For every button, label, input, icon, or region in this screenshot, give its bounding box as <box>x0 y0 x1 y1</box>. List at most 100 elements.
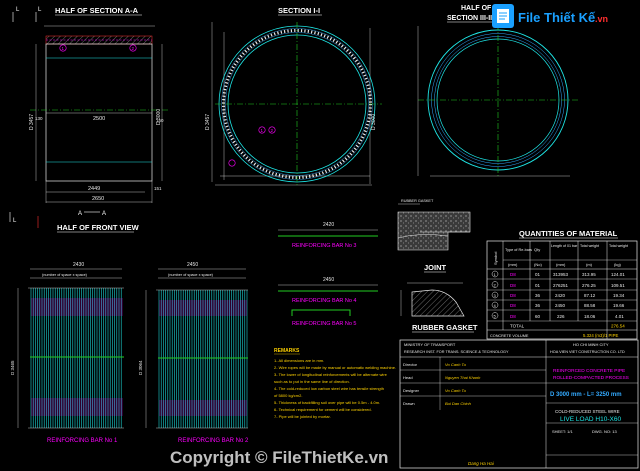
section-aa-marker-l2: L <box>38 7 42 13</box>
table-row-3-weight: 87.12 <box>584 293 596 298</box>
section-ii-dia-left: D 3457 <box>205 114 211 130</box>
remark-line-8: 6- Technical requirement for cement will… <box>274 407 372 412</box>
cage2-top-dim: 2450 <box>187 262 198 268</box>
tb-company: HOA VIEN VIET CONSTRUCTION CO. LTD <box>550 350 625 354</box>
remark-line-2: 2- Wire ropes will be made by manual or … <box>274 365 396 370</box>
tb-institute: RESEARCH INST. FOR TRANS. SCIENCE & TECH… <box>404 350 509 354</box>
table-row-1-type: D8 <box>510 272 516 277</box>
table-row-5-total: 4.01 <box>615 314 624 319</box>
section-ii-callout-2: 2 <box>271 128 274 133</box>
table-unit-qty: (No) <box>534 262 542 267</box>
material-table-title: QUANTITIES OF MATERIAL <box>519 229 618 238</box>
table-header-symbol: Symbol <box>493 252 498 265</box>
remark-line-4: such as to put in the same line of direc… <box>274 379 350 384</box>
title-block: MINISTRY OF TRANSPORT RESEARCH INST. FOR… <box>399 339 639 469</box>
front-view-title: HALF OF FRONT VIEW <box>57 223 140 232</box>
table-row-2-qty: 01 <box>535 283 541 288</box>
section-aa-inner-width: 2500 <box>93 116 105 122</box>
table-row-3-type: D8 <box>510 293 516 298</box>
remarks-block: REMARKS 1- All dimensions are in mm. 2- … <box>274 348 396 419</box>
watermark-brand: File Thiết Kế <box>518 10 596 25</box>
tb-name-2: Nguyen Thai Khanh <box>445 375 481 380</box>
table-row-5-length: 226 <box>557 314 565 319</box>
tb-drawing-2: LIVE LOAD H10-X60 <box>560 416 621 423</box>
section-iii-view: HALF OF SECTION III-III <box>417 5 578 177</box>
section-aa-end-1: 151 <box>154 186 162 191</box>
section-aa-marker-a2: A <box>102 211 106 217</box>
remark-line-6: of 5800 kg/cm2. <box>274 393 302 398</box>
joint-detail: RUBBER GASKET JOINT <box>397 199 471 273</box>
table-row-4-no: 4 <box>494 303 497 308</box>
section-ii-callout-1: 1 <box>261 128 264 133</box>
table-row-4-total: 19.66 <box>613 303 625 308</box>
watermark-logo: File Thiết Kế .vn <box>492 4 608 28</box>
front-view-marker-l: L <box>13 218 17 224</box>
table-row-1-qty: 01 <box>535 272 541 277</box>
section-aa-marker-a: A <box>78 211 82 217</box>
tb-size: D 3000 mm - L= 3250 mm <box>550 392 622 398</box>
table-row-2-total: 109.51 <box>611 283 625 288</box>
table-row-5-type: D8 <box>510 314 516 319</box>
table-total-label: TOTAL <box>510 324 525 329</box>
tb-role-3: Designer <box>403 388 420 393</box>
tb-ministry: MINISTRY OF TRANSPORT <box>404 342 456 347</box>
rebar-label-3: REINFORCING BAR No 3 <box>292 243 356 249</box>
section-aa-height-right: D 3000 <box>156 109 162 125</box>
remark-line-9: 7- Pipe will be jointed by mortar. <box>274 414 331 419</box>
cad-drawing: HALF OF SECTION A-A L L 2500 2449 2650 1… <box>9 4 639 469</box>
section-ii-dia-right: D 3000 <box>371 114 377 130</box>
rebar-cage-1: 2430 (number of space x space) D 3465 RE… <box>10 262 124 444</box>
rebar-len-3: 2420 <box>323 222 334 228</box>
table-row-5-no: 5 <box>494 314 497 319</box>
table-row-4-length: 2450 <box>555 303 566 308</box>
tb-scale: DWG. NO: 13 <box>592 429 617 434</box>
table-row-5-weight: 18.06 <box>584 314 596 319</box>
table-row-1-weight: 313.95 <box>582 272 596 277</box>
tb-name-4: Bui Dan Chinh <box>445 401 472 406</box>
table-header-weight-m: Total weight <box>580 244 599 248</box>
table-row-1-length: 313953 <box>553 272 569 277</box>
rebar-label-4: REINFORCING BAR No 4 <box>292 298 356 304</box>
table-row-4-type: D8 <box>510 303 516 308</box>
tb-project-2: ROLLED-COMPACTED PROCESS <box>553 375 629 381</box>
cage1-side-dim: D 3465 <box>10 360 15 375</box>
table-header-type: Type of Re-bars <box>505 248 532 252</box>
tb-sheet: SHEET: 1/1 <box>552 429 573 434</box>
table-concrete-label: CONCRETE VOLUME <box>490 334 529 338</box>
table-unit-weight-m: (m) <box>586 262 593 267</box>
table-unit-type: (mm) <box>508 262 518 267</box>
section-aa-length-lower: 2449 <box>88 186 100 192</box>
table-row-1-total: 124.01 <box>611 272 625 277</box>
tb-project-1: REINFORCED CONCRETE PIPE <box>553 368 625 374</box>
section-aa-side-1: 130 <box>35 116 43 121</box>
table-row-2-weight: 276.25 <box>582 283 596 288</box>
table-row-2-type: D8 <box>510 283 516 288</box>
table-header-length: Length of 01 bar <box>551 244 578 248</box>
watermark-copyright: Copyright © FileThietKe.vn <box>170 448 388 467</box>
tb-signature: Dang Ha Hai <box>468 461 495 466</box>
cage1-space: (number of space x space) <box>42 273 88 277</box>
cage1-label: REINFORCING BAR No 1 <box>47 438 118 444</box>
table-row-3-qty: 36 <box>535 293 541 298</box>
table-row-3-total: 19.34 <box>613 293 625 298</box>
table-unit-weight-kg: (kg) <box>614 262 622 267</box>
section-aa-callout-2: 2 <box>132 46 135 51</box>
section-aa-title: HALF OF SECTION A-A <box>55 6 139 15</box>
remarks-title: REMARKS <box>274 348 300 354</box>
cage2-label: REINFORCING BAR No 2 <box>178 438 249 444</box>
tb-role-1: Director <box>403 362 418 367</box>
table-row-4-weight: 88.58 <box>584 303 596 308</box>
table-row-3-no: 3 <box>494 293 497 298</box>
table-row-2-no: 2 <box>494 283 497 288</box>
front-view-header: L HALF OF FRONT VIEW <box>9 212 140 233</box>
table-header-qty: Qty <box>534 247 540 252</box>
table-total-value: 276.54 <box>611 324 625 329</box>
rebar-label-5: REINFORCING BAR No 5 <box>292 321 356 327</box>
section-aa-length-total: 2650 <box>92 196 104 202</box>
rebar-cage-2: 2450 (number of space x space) D 3064 RE… <box>138 262 249 444</box>
rebar-len-4: 2450 <box>323 277 334 283</box>
table-row-2-length: 276251 <box>553 283 569 288</box>
tb-city: HO CHI MINH CITY <box>573 342 609 347</box>
table-row-1-no: 1 <box>494 272 497 277</box>
remark-line-1: 1- All dimensions are in mm. <box>274 358 324 363</box>
